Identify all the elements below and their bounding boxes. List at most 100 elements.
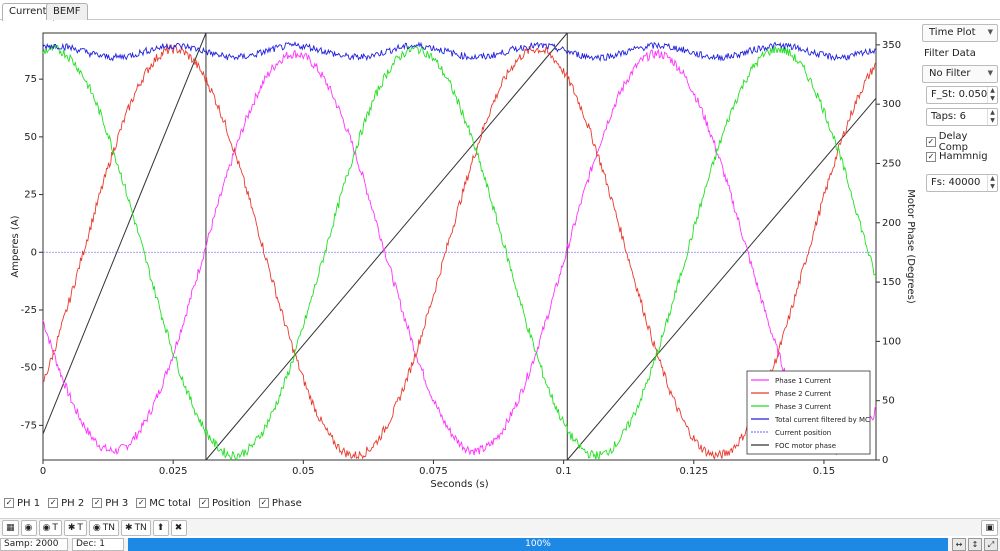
status-bar: Samp: 2000 Dec: 1 100% ↔ ↕ ⤢ [0, 538, 1000, 551]
record-icon: ◉ [24, 522, 33, 533]
zoom-vertical-button[interactable]: ↕ [968, 538, 982, 551]
decimation-value: Dec: 1 [76, 539, 106, 549]
spin-arrows-icon[interactable]: ▲ ▼ [987, 109, 997, 125]
mc-total-label: MC total [149, 497, 191, 509]
channel-checkboxes: ✓ PH 1 ✓ PH 2 ✓ PH 3 ✓ MC total ✓ Position ✓ P… [4, 495, 302, 511]
x-tick-label: 0.075 [419, 466, 448, 477]
check-icon: ✓ [136, 498, 147, 508]
f-st-value: F_St: 0.050 [931, 89, 988, 100]
grid-icon: ▦ [6, 522, 15, 533]
upload-icon: ⬆ [156, 522, 165, 533]
x-tick-label: 0.1 [556, 466, 572, 477]
y-tick-label: 75 [24, 74, 37, 85]
upload-button[interactable]: ⬆ [152, 519, 169, 536]
y2-tick-label: 50 [882, 396, 895, 407]
sample-t-label: T [52, 522, 58, 533]
y-tick-label: -75 [21, 420, 37, 431]
legend-label-current-position: Current position [775, 429, 831, 437]
trigger-icon: ✱ [125, 522, 133, 533]
y2-tick-label: 200 [882, 218, 901, 229]
legend-label-phase-3-current: Phase 3 Current [775, 403, 831, 411]
hamming-checkbox[interactable]: ✓ Hammnig [926, 151, 988, 162]
taps-value: Taps: 6 [931, 111, 967, 122]
x-axis-label: Seconds (s) [430, 479, 488, 490]
filter-data-label: Filter Data [924, 48, 976, 59]
x-tick-label: 0.025 [159, 466, 188, 477]
progress-text: 100% [525, 539, 551, 549]
mc-total-checkbox[interactable]: ✓ MC total [136, 498, 191, 509]
sample-tn-label: TN [102, 522, 116, 533]
samples-field[interactable]: Samp: 2000 [0, 538, 68, 551]
fs-spinbox[interactable]: Fs: 40000 ▲ ▼ [926, 174, 998, 192]
tab-bar: Current BEMF [0, 0, 1000, 21]
delay-comp-checkbox[interactable]: ✓ Delay Comp [926, 131, 998, 153]
phase-checkbox[interactable]: ✓ Phase [258, 497, 302, 509]
sample-tn-button[interactable]: ◉ TN [88, 519, 120, 536]
spin-arrows-icon[interactable]: ▲ ▼ [987, 175, 997, 191]
sample-t-button[interactable]: ◉ T [38, 519, 62, 536]
y-axis-label: Amperes (A) [10, 215, 21, 277]
plot-mode-value: Time Plot [929, 27, 976, 38]
trigger-tn-button[interactable]: ✱ TN [121, 519, 151, 536]
rescale-icon: ⤢ [987, 540, 995, 549]
ph1-label: PH 1 [17, 497, 41, 509]
y-tick-label: -25 [21, 305, 37, 316]
ph2-label: PH 2 [61, 497, 85, 509]
app-window: Current BEMF 0 0.025 0.05 0.075 0.1 0.125 0.15… [0, 0, 1000, 551]
ph1-checkbox[interactable]: ✓ PH 1 [4, 498, 40, 509]
trigger-icon: ✱ [67, 522, 76, 533]
filter-type-select[interactable]: No Filter ▼ [922, 65, 998, 83]
y2-tick-label: 250 [882, 158, 901, 169]
spin-arrows-icon[interactable]: ▲ ▼ [987, 87, 997, 103]
y2-axis-label: Motor Phase (Degrees) [905, 189, 916, 304]
check-icon: ✓ [258, 498, 269, 508]
y2-tick-label: 150 [882, 277, 901, 288]
legend-label-total-current-filtered-by-mc: Total current filtered by MC [774, 416, 870, 424]
current-plot[interactable]: 0 0.025 0.05 0.075 0.1 0.125 0.15 -75 -50 -25 0 25 5… [0, 21, 918, 491]
check-icon: ✓ [926, 151, 936, 162]
phase-label: Phase [271, 497, 302, 509]
plot-mode-select[interactable]: Time Plot ▼ [922, 24, 998, 42]
ph3-checkbox[interactable]: ✓ PH 3 [92, 498, 128, 509]
chevron-down-icon: ▼ [987, 69, 993, 77]
check-icon: ✓ [92, 498, 103, 508]
taps-spinbox[interactable]: Taps: 6 ▲ ▼ [926, 108, 998, 126]
legend-label-phase-2-current: Phase 2 Current [775, 390, 831, 398]
x-tick-label: 0.15 [813, 466, 835, 477]
filter-type-value: No Filter [929, 68, 971, 79]
legend-label-foc-motor-phase: FOC motor phase [775, 442, 836, 450]
y-tick-label: 0 [31, 247, 37, 258]
stop-icon: ✖ [174, 522, 183, 533]
trigger-t-label: T [77, 522, 83, 533]
ph2-checkbox[interactable]: ✓ PH 2 [48, 498, 84, 509]
trigger-t-button[interactable]: ✱ T [63, 519, 87, 536]
trigger-tn-label: TN [134, 522, 147, 533]
decimation-field[interactable]: Dec: 1 [72, 538, 124, 551]
legend-label-phase-1-current: Phase 1 Current [775, 377, 831, 385]
position-checkbox[interactable]: ✓ Position [198, 498, 251, 509]
f-st-spinbox[interactable]: F_St: 0.050 ▲ ▼ [926, 86, 998, 104]
foc-phase-ramp-1 [205, 32, 568, 461]
sample-button[interactable]: ◉ [20, 519, 37, 536]
record-target-icon: ◉ [92, 522, 101, 533]
samples-value: Samp: 2000 [4, 539, 59, 549]
y2-tick-label: 100 [882, 336, 901, 347]
grid-button[interactable]: ▦ [2, 519, 19, 536]
chevron-down-icon: ▼ [987, 28, 993, 36]
record-target-icon: ◉ [42, 522, 51, 533]
check-icon: ✓ [4, 498, 14, 508]
tab-bemf[interactable]: BEMF [46, 3, 88, 20]
y-tick-label: -50 [21, 363, 37, 374]
ph3-label: PH 3 [105, 497, 129, 509]
rescale-button[interactable]: ⤢ [984, 538, 998, 551]
x-tick-label: 0 [40, 466, 46, 477]
y2-tick-label: 0 [882, 455, 888, 466]
stop-button[interactable]: ✖ [170, 519, 187, 536]
check-icon: ✓ [198, 498, 209, 508]
progress-bar: 100% [128, 538, 948, 551]
arrows-vertical-icon: ↕ [971, 540, 979, 549]
x-tick-label: 0.05 [292, 466, 314, 477]
zoom-horizontal-button[interactable]: ↔ [952, 538, 966, 551]
save-button[interactable]: ▣ [981, 520, 998, 536]
y-tick-label: 50 [24, 132, 37, 143]
